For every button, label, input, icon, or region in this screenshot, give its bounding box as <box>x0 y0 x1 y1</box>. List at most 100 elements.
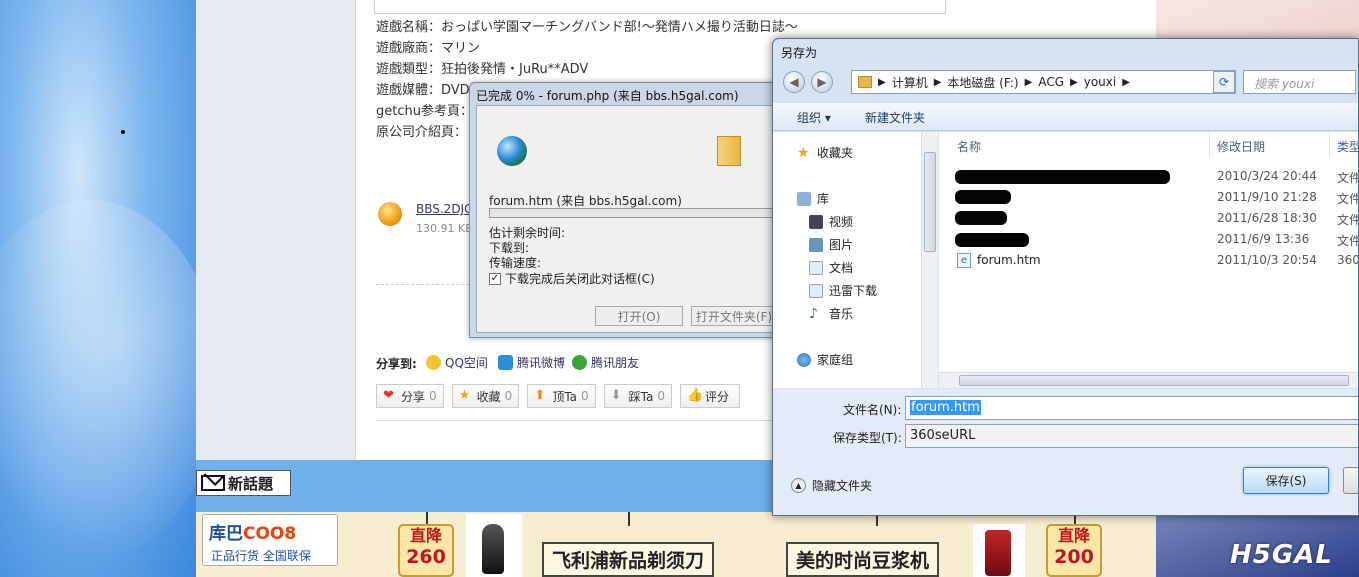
organize-menu[interactable]: 组织 ▾ <box>797 109 831 126</box>
filename-label: 文件名(N): <box>843 403 902 417</box>
column-date[interactable]: 修改日期 <box>1217 138 1265 155</box>
button-label: 顶Ta <box>552 389 578 404</box>
open-folder-button[interactable]: 打开文件夹(F) <box>691 306 777 326</box>
nav-label: 迅雷下载 <box>829 284 878 298</box>
music-icon: ♪ <box>809 305 818 322</box>
ad-tag-shaver: 飞利浦新品剃须刀 <box>542 542 715 577</box>
share-label: 分享到: <box>376 357 417 371</box>
breadcrumb-item[interactable]: 计算机 <box>892 74 928 91</box>
soymilk-machine-image <box>973 524 1025 577</box>
new-folder-button[interactable]: 新建文件夹 <box>865 109 925 126</box>
nav-scrollbar[interactable] <box>921 132 938 388</box>
nav-videos[interactable]: 视频 <box>809 213 853 230</box>
nav-label: 收藏夹 <box>817 146 854 160</box>
column-type[interactable]: 类型 <box>1337 138 1358 155</box>
new-topic-button[interactable]: 新話題 <box>196 470 291 496</box>
file-type: 文件 <box>1337 171 1359 185</box>
filename-input[interactable]: forum.htm <box>905 396 1358 420</box>
shaver-image <box>466 514 522 577</box>
downvote-button[interactable]: ⬇ 踩Ta 0 <box>603 384 672 408</box>
breadcrumb-item[interactable]: ACG <box>1038 75 1064 89</box>
file-row[interactable]: 2011/6/9 13:36 文件 <box>939 229 1358 250</box>
nav-documents[interactable]: 文档 <box>809 259 853 276</box>
hide-folders-toggle[interactable]: ▲ 隐藏文件夹 <box>791 477 872 494</box>
checkbox-checked-icon: ✓ <box>489 272 501 285</box>
share-item-label: 腾讯朋友 <box>591 356 640 370</box>
hide-folders-label: 隐藏文件夹 <box>812 479 873 493</box>
nav-homegroup[interactable]: 家庭组 <box>797 351 853 368</box>
back-button[interactable]: ◀ <box>783 71 805 93</box>
share-qq-zone[interactable]: QQ空间 <box>426 354 488 371</box>
price-tag-right: 直降 200 <box>1046 524 1102 577</box>
filetype-select[interactable]: 360seURL <box>905 424 1358 448</box>
nav-label: 库 <box>817 192 830 206</box>
nav-label: 视频 <box>829 215 854 229</box>
upvote-button[interactable]: ⬆ 顶Ta 0 <box>527 384 596 408</box>
button-count: 0 <box>504 389 513 403</box>
forward-button[interactable]: ▶ <box>811 71 833 93</box>
file-type: 360 <box>1337 253 1359 267</box>
post-action-buttons: ❤ 分享 0 ★ 收藏 0 ⬆ 顶Ta 0 ⬇ 踩Ta 0 👍 评分 <box>376 384 741 408</box>
qq-zone-icon <box>426 355 441 370</box>
nav-thunder-downloads[interactable]: 迅雷下载 <box>809 282 877 299</box>
button-label: 评分 <box>705 389 730 404</box>
kuba-slogan: 正品行货 全国联保 <box>211 549 311 563</box>
library-icon <box>797 191 811 206</box>
refresh-icon[interactable]: ⟳ <box>1213 71 1235 93</box>
redaction-scribble <box>955 190 1011 204</box>
file-date: 2011/9/10 21:28 <box>1217 190 1317 204</box>
folder-icon <box>717 136 741 166</box>
file-row[interactable]: 2011/6/28 18:30 文件 <box>939 208 1358 229</box>
post-top-box <box>374 0 946 14</box>
save-button[interactable]: 保存(S) <box>1243 467 1329 494</box>
game-info-line: 原公司介紹頁： <box>376 125 468 140</box>
search-input[interactable]: 搜索 youxi <box>1243 70 1356 94</box>
rate-button[interactable]: 👍 评分 <box>680 384 741 408</box>
ad-banner[interactable]: 库巴COO8 正品行货 全国联保 直降 260 飞利浦新品剃须刀 美的时尚豆浆机… <box>196 512 1156 577</box>
site-logo: H5GAL <box>1230 540 1333 570</box>
open-button[interactable]: 打开(O) <box>595 306 683 326</box>
column-separator <box>1209 132 1210 158</box>
scroll-thumb[interactable] <box>924 152 936 252</box>
file-row[interactable]: e forum.htm 2011/10/3 20:54 360 <box>939 250 1359 271</box>
file-date: 2011/10/3 20:54 <box>1217 253 1317 267</box>
picture-icon <box>809 237 823 252</box>
chevron-right-icon: ▶ <box>1024 76 1033 88</box>
arrow-down-icon: ⬇ <box>610 388 622 403</box>
breadcrumb[interactable]: ▶ 计算机 ▶ 本地磁盘 (F:) ▶ ACG ▶ youxi ▶ <box>851 70 1236 94</box>
scroll-thumb[interactable] <box>959 375 1349 386</box>
file-row[interactable]: 2011/9/10 21:28 文件 <box>939 187 1359 208</box>
file-list: 名称 修改日期 类型 2010/3/24 20:44 文件 2011/9/10 … <box>939 132 1359 372</box>
hang-string <box>628 512 630 526</box>
arrow-up-icon: ⬆ <box>534 388 546 403</box>
share-tencent-friends[interactable]: 腾讯朋友 <box>572 354 639 371</box>
globe-icon <box>497 136 527 166</box>
cancel-button[interactable] <box>1343 467 1358 494</box>
button-count: 0 <box>581 389 589 403</box>
file-type: 文件 <box>1337 192 1359 206</box>
column-separator <box>1329 132 1330 158</box>
favorite-button[interactable]: ★ 收藏 0 <box>451 384 520 408</box>
column-name[interactable]: 名称 <box>957 138 981 155</box>
close-when-done-checkbox[interactable]: ✓ 下载完成后关闭此对话框(C) <box>489 270 655 287</box>
attachment-icon <box>378 202 402 226</box>
nav-favorites[interactable]: ★ 收藏夹 <box>797 144 853 161</box>
button-label: 分享 <box>401 389 426 404</box>
share-button[interactable]: ❤ 分享 0 <box>376 384 444 408</box>
breadcrumb-item[interactable]: youxi <box>1084 75 1116 89</box>
game-info-line: 遊戲廠商：マリン <box>376 41 481 56</box>
attachment-link[interactable]: BBS.2DJG <box>416 202 473 216</box>
price-value: 260 <box>406 546 446 568</box>
share-tencent-weibo[interactable]: 腾讯微博 <box>498 354 565 371</box>
breadcrumb-item[interactable]: 本地磁盘 (F:) <box>947 74 1018 91</box>
clover-icon <box>572 355 587 370</box>
file-row[interactable]: 2010/3/24 20:44 文件 <box>939 166 1359 187</box>
document-icon <box>809 260 823 275</box>
new-topic-label: 新話題 <box>228 474 274 493</box>
price-value: 200 <box>1054 546 1094 568</box>
nav-music[interactable]: ♪ 音乐 <box>809 305 853 322</box>
file-list-scrollbar[interactable] <box>939 372 1358 388</box>
nav-libraries[interactable]: 库 <box>797 190 829 207</box>
button-label: 收藏 <box>476 389 501 404</box>
nav-pictures[interactable]: 图片 <box>809 236 853 253</box>
